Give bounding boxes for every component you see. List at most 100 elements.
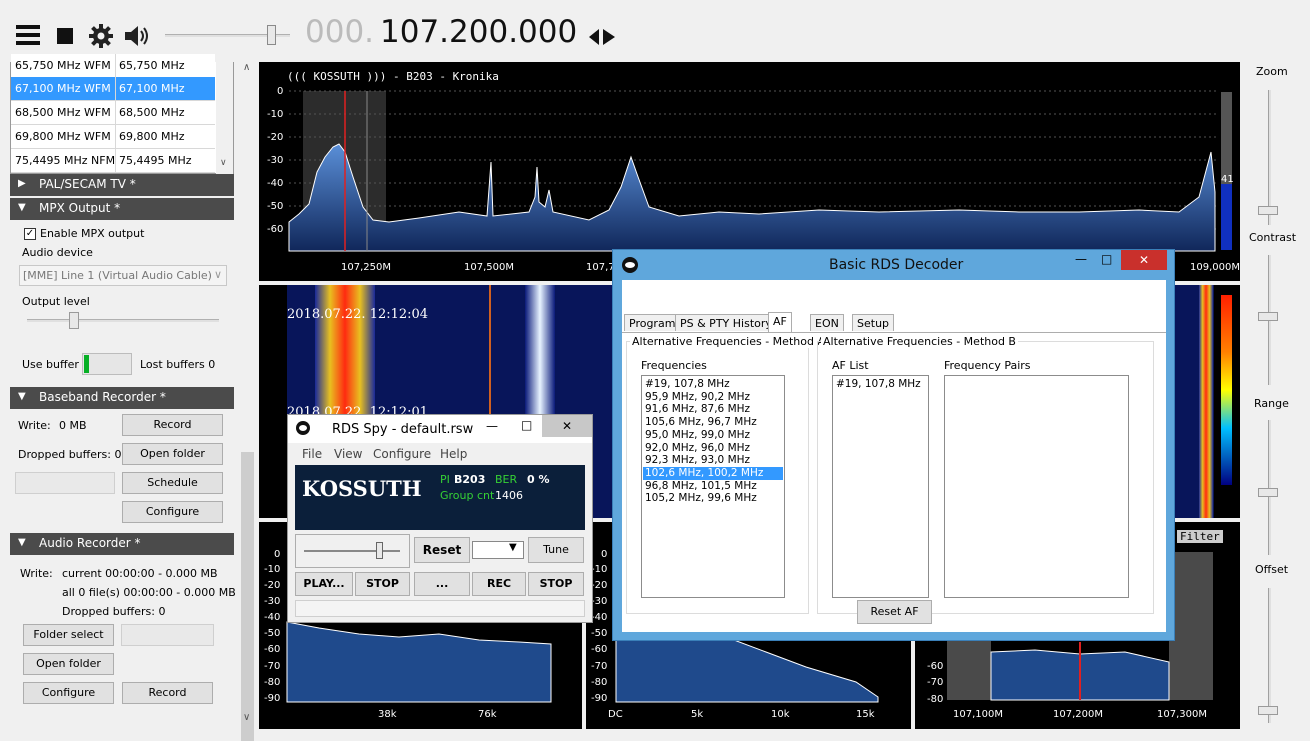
frequencies-list-item[interactable]: 95,0 MHz, 99,0 MHz [645,429,750,442]
rds-tune-select[interactable]: ▼ [472,541,524,559]
chevron-down-icon[interactable]: ∨ [220,158,227,168]
left-panel-scroll-thumb[interactable] [241,452,254,741]
contrast-slider-thumb[interactable] [1258,312,1278,321]
audio-folder-select-button[interactable]: Folder select [23,624,114,646]
rds-decoder-window[interactable]: Basic RDS Decoder — □ ✕ Program PS & PTY… [612,249,1175,641]
baseband-configure-button[interactable]: Configure [122,501,223,523]
section-mpx[interactable]: ▼ MPX Output * [10,198,234,220]
maximize-icon[interactable]: □ [521,418,532,432]
rds-app-icon [296,421,310,435]
frequency-list-name: 67,100 MHz WFM [15,82,111,95]
zoom-slider[interactable] [1268,90,1271,225]
zoom-slider-thumb[interactable] [1258,206,1278,215]
close-icon[interactable]: ✕ [1121,250,1167,270]
af-list[interactable]: #19, 107,8 MHz [832,375,929,598]
rds-more-button[interactable]: ... [414,572,470,596]
range-slider-thumb[interactable] [1258,488,1278,497]
stop-icon[interactable] [57,28,73,44]
rds-stop-button[interactable]: STOP [355,572,410,596]
audio-configure-button[interactable]: Configure [23,682,114,704]
method-b-title: Alternative Frequencies - Method B [821,335,1018,348]
reset-af-button[interactable]: Reset AF [857,600,932,624]
volume-slider[interactable] [165,24,290,46]
frequencies-list-item[interactable]: 91,6 MHz, 87,6 MHz [645,403,750,416]
section-audio-recorder[interactable]: ▼ Audio Recorder * [10,533,234,555]
audio-device-select[interactable]: [MME] Line 1 (Virtual Audio Cable) ∨ [19,265,227,286]
frequency-list-row[interactable]: 65,750 MHz WFM 65,750 MHz [11,54,215,78]
frequency-list-row[interactable]: 68,500 MHz WFM 68,500 MHz [11,101,215,125]
section-baseband-title: Baseband Recorder * [39,390,166,404]
spectrum-x-tick: 107,7 [586,262,615,273]
output-level-slider[interactable] [27,310,219,332]
menu-icon[interactable] [16,25,40,45]
frequencies-list-item[interactable]: 96,8 MHz, 101,5 MHz [645,480,757,493]
baseband-path-field[interactable] [15,472,115,494]
bottom-left-y-tick: -80 [264,677,281,688]
speaker-icon[interactable] [123,24,151,51]
rds-menu-configure[interactable]: Configure [373,447,431,461]
rds-spy-window[interactable]: RDS Spy - default.rsw — □ ✕ File View Co… [287,414,593,623]
frequencies-list-item[interactable]: 102,6 MHz, 100,2 MHz [643,466,783,480]
tab-ps-pty-history[interactable]: PS & PTY History [675,314,777,331]
rds-spy-titlebar[interactable]: RDS Spy - default.rsw — □ ✕ [288,415,592,443]
close-icon[interactable]: ✕ [542,415,592,437]
frequencies-list-item[interactable]: 92,0 MHz, 96,0 MHz [645,442,750,455]
tab-program[interactable]: Program [624,314,681,331]
rds-tune-button[interactable]: Tune [528,537,584,563]
spectrum-y-tick: 0 [277,86,284,97]
gear-icon[interactable] [88,23,114,52]
frequencies-list-item[interactable]: 105,2 MHz, 99,6 MHz [645,492,757,505]
rds-volume-slider[interactable] [295,534,410,568]
chevron-up-icon[interactable]: ∧ [243,62,250,73]
rds-display: KOSSUTH PI B203 BER 0 % Group cnt 1406 [295,465,585,530]
rds-play-button[interactable]: PLAY... [295,572,353,596]
frequencies-list-item[interactable]: #19, 107,8 MHz [645,378,730,391]
collapse-arrow-icon: ▼ [18,202,26,213]
bottom-mid-y-tick: -90 [591,693,608,704]
frequency-list-row[interactable]: 67,100 MHz WFM 67,100 MHz [11,77,215,101]
frequency-prefix[interactable]: 000. [305,14,374,50]
if-x-tick: 107,100M [953,709,1003,720]
left-panel-scrollbar[interactable]: ∧ ∨ [239,62,256,741]
minimize-icon[interactable]: — [486,419,498,433]
audio-folder-field[interactable] [121,624,214,646]
tab-setup[interactable]: Setup [852,314,895,331]
rds-rec-button[interactable]: REC [472,572,526,596]
tab-af[interactable]: AF [768,312,792,332]
frequencies-list-item[interactable]: 105,6 MHz, 96,7 MHz [645,416,757,429]
audio-record-button[interactable]: Record [122,682,213,704]
rds-menu-view[interactable]: View [334,447,362,461]
frequencies-list-item[interactable]: 92,3 MHz, 93,0 MHz [645,454,750,467]
rds-menu-help[interactable]: Help [440,447,467,461]
mpx-enable-label: Enable MPX output [40,227,145,240]
baseband-write-value: 0 MB [59,419,87,432]
baseband-open-folder-button[interactable]: Open folder [122,443,223,465]
rds-stop2-button[interactable]: STOP [528,572,584,596]
audio-open-folder-button[interactable]: Open folder [23,653,114,675]
if-y-tick: -80 [927,694,944,705]
minimize-icon[interactable]: — [1075,252,1087,266]
frequencies-list-item[interactable]: 95,9 MHz, 90,2 MHz [645,391,750,404]
mpx-enable-checkbox[interactable]: ✓ [24,228,36,240]
tab-eon[interactable]: EON [810,314,844,331]
baseband-record-button[interactable]: Record [122,414,223,436]
tune-arrows-icon[interactable] [589,28,615,49]
chevron-down-icon[interactable]: ∨ [243,712,250,723]
offset-slider[interactable] [1268,588,1271,723]
frequency-pairs-list[interactable] [944,375,1129,598]
rds-reset-button[interactable]: Reset [414,537,470,563]
frequency-display[interactable]: 107.200.000 [380,14,577,50]
filter-label[interactable]: Filter [1177,530,1223,543]
offset-slider-thumb[interactable] [1258,706,1278,715]
section-baseband[interactable]: ▼ Baseband Recorder * [10,387,234,409]
frequency-list-row[interactable]: 69,800 MHz WFM 69,800 MHz [11,125,215,149]
rds-menu-file[interactable]: File [302,447,322,461]
baseband-schedule-button[interactable]: Schedule [122,472,223,494]
section-pal-secam[interactable]: ▶ PAL/SECAM TV * [10,174,234,196]
af-list-item[interactable]: #19, 107,8 MHz [836,378,921,391]
frequencies-list[interactable]: #19, 107,8 MHz 95,9 MHz, 90,2 MHz 91,6 MHz… [641,375,785,598]
maximize-icon[interactable]: □ [1101,252,1112,266]
frequency-list-scrollbar[interactable]: ∨ [216,62,233,174]
frequency-list-row[interactable]: 75,4495 MHz NFM 75,4495 MHz [11,149,215,173]
rds-spy-title: RDS Spy - default.rsw [332,422,474,437]
